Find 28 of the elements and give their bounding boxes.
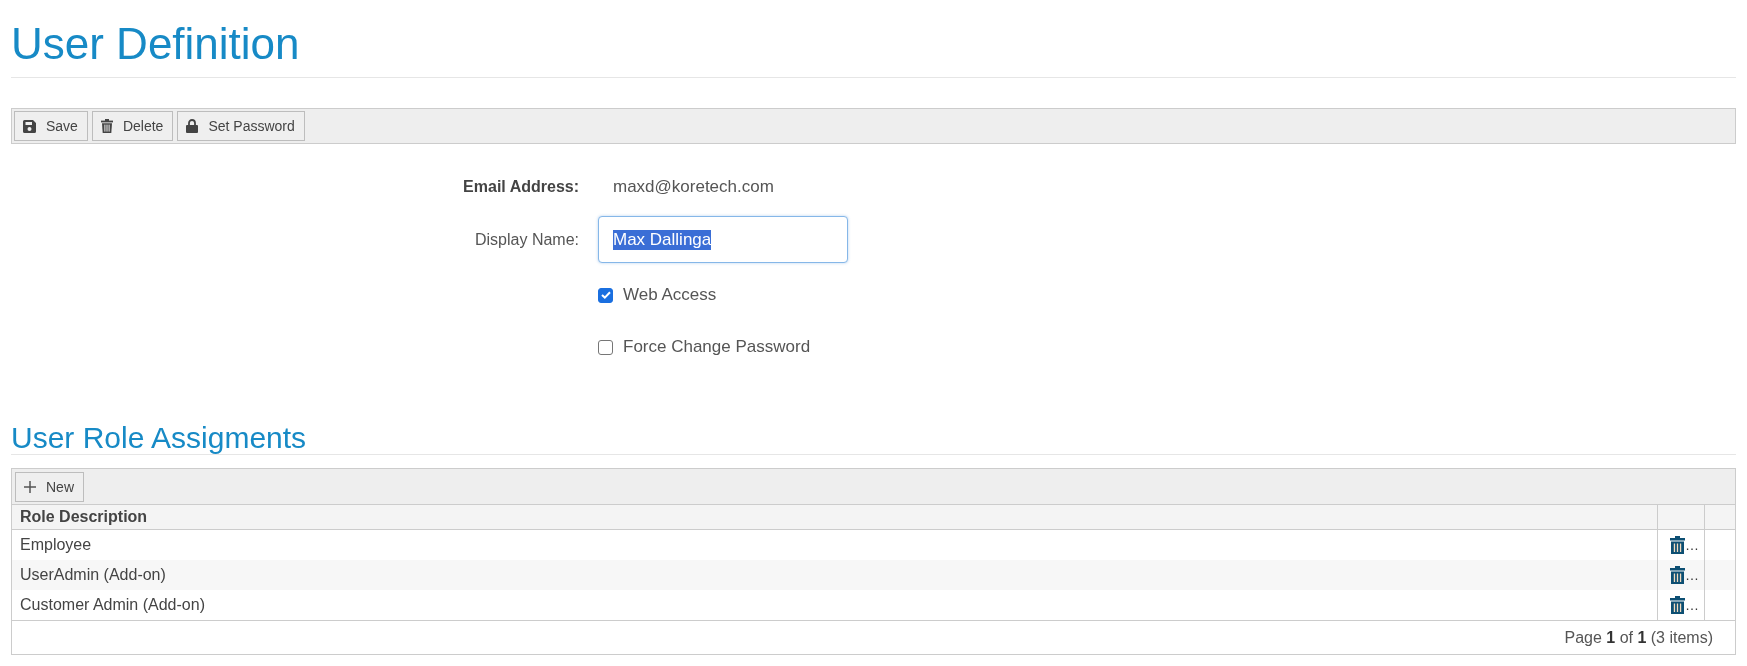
- display-name-field[interactable]: Max Dallinga: [598, 216, 848, 263]
- trash-icon: [100, 119, 113, 133]
- table-cell-text: Employee: [19, 536, 92, 554]
- pager-text: Page 1 of 1 (3 items): [1564, 628, 1713, 647]
- field-label: Email Address:: [463, 178, 579, 196]
- section-title: User Role Assigments: [11, 421, 307, 454]
- lock-icon: [186, 119, 199, 133]
- ellipsis-text: …: [1685, 538, 1699, 552]
- delete-button[interactable]: Delete: [91, 111, 174, 141]
- plus-icon: [24, 481, 36, 493]
- trash-icon[interactable]: [1670, 536, 1685, 554]
- new-button[interactable]: New: [15, 472, 84, 502]
- email-value: maxd@koretech.com: [613, 176, 774, 198]
- table-cell-text: Customer Admin (Add-on): [19, 596, 205, 614]
- trash-icon[interactable]: [1670, 596, 1685, 614]
- column-header: Role Description: [19, 508, 148, 526]
- set-password-button[interactable]: Set Password: [177, 111, 305, 141]
- checkbox-label: Web Access: [623, 285, 717, 305]
- ellipsis-text: …: [1685, 568, 1699, 582]
- checkbox[interactable]: [598, 287, 613, 303]
- checkbox-label: Force Change Password: [623, 337, 811, 357]
- checkbox[interactable]: [598, 339, 613, 355]
- trash-icon[interactable]: [1670, 566, 1685, 584]
- ellipsis-text: …: [1685, 598, 1699, 612]
- save-button[interactable]: Save: [14, 111, 88, 141]
- table-cell-text: UserAdmin (Add-on): [19, 566, 166, 584]
- page-title: User Definition: [11, 18, 300, 70]
- field-label: Display Name:: [474, 230, 579, 249]
